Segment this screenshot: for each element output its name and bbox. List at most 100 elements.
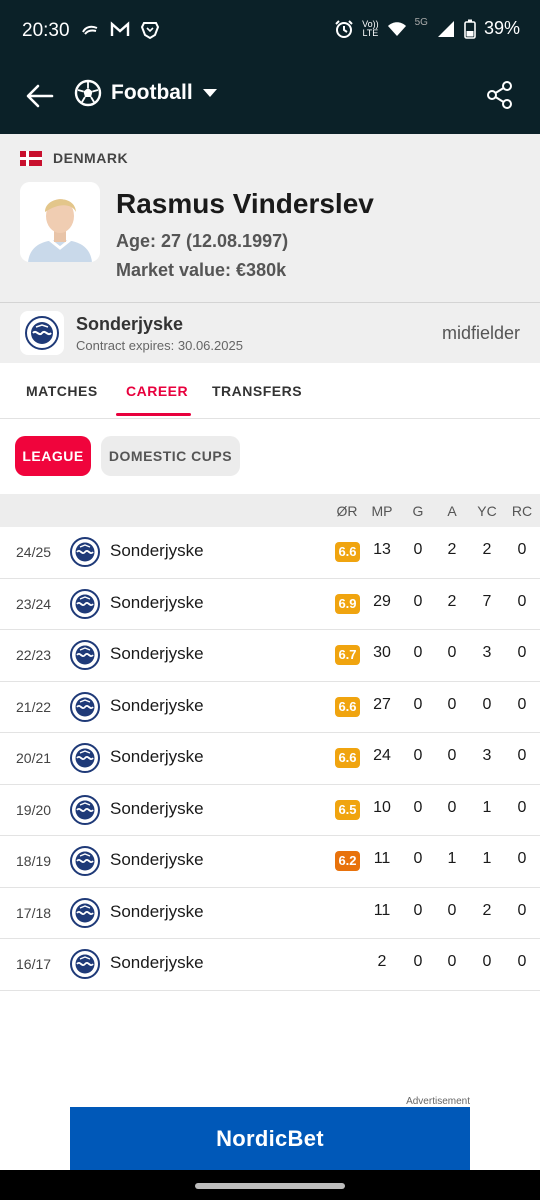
team-cell[interactable]: Sonderjyske bbox=[110, 541, 204, 561]
table-row[interactable]: 16/17 Sonderjyske 2 0 0 0 0 bbox=[0, 939, 540, 991]
table-row[interactable]: 20/21 Sonderjyske 6.6 24 0 0 3 0 bbox=[0, 733, 540, 785]
goals-cell: 0 bbox=[413, 798, 423, 816]
network-5g-label: 5G bbox=[414, 17, 428, 28]
team-cell[interactable]: Sonderjyske bbox=[110, 953, 204, 973]
career-table-header: ØR MP G A YC RC bbox=[0, 494, 540, 527]
table-row[interactable]: 24/25 Sonderjyske 6.6 13 0 2 2 0 bbox=[0, 527, 540, 579]
goals-cell: 0 bbox=[413, 850, 423, 867]
competition-filters: LEAGUE DOMESTIC CUPS bbox=[0, 419, 540, 494]
table-row[interactable]: 23/24 Sonderjyske 6.9 29 0 2 7 0 bbox=[0, 578, 540, 630]
filter-domestic-cups-chip[interactable]: DOMESTIC CUPS bbox=[101, 436, 240, 476]
rating-badge: 6.2 bbox=[335, 851, 360, 871]
sonderjyske-crest-icon bbox=[70, 537, 100, 567]
current-team-row[interactable]: Sonderjyske Contract expires: 30.06.2025… bbox=[0, 302, 540, 363]
sonderjyske-crest-icon bbox=[70, 640, 100, 670]
red-cards-cell: 0 bbox=[517, 850, 527, 867]
sonderjyske-crest-icon bbox=[70, 794, 100, 825]
tab-career[interactable]: CAREER bbox=[126, 383, 188, 399]
team-cell[interactable]: Sonderjyske bbox=[110, 799, 204, 819]
home-gesture-handle[interactable] bbox=[195, 1183, 345, 1189]
table-row[interactable]: 21/22 Sonderjyske 6.6 27 0 0 0 0 bbox=[0, 681, 540, 733]
header-matches-played: MP bbox=[371, 503, 393, 519]
team-cell[interactable]: Sonderjyske bbox=[110, 902, 204, 922]
country-label: DENMARK bbox=[53, 150, 129, 166]
filter-league-chip[interactable]: LEAGUE bbox=[15, 436, 91, 476]
player-name: Rasmus Vinderslev bbox=[116, 188, 374, 219]
header-assists: A bbox=[447, 503, 457, 519]
yellow-cards-cell: 2 bbox=[482, 901, 492, 919]
active-tab-indicator bbox=[116, 413, 191, 416]
matches-played-cell: 24 bbox=[373, 747, 391, 764]
sonderjyske-crest-icon bbox=[70, 949, 100, 979]
profile-tabs: MATCHES CAREER TRANSFERS bbox=[0, 363, 540, 419]
team-cell[interactable]: Sonderjyske bbox=[110, 850, 204, 870]
ad-brand: NordicBet bbox=[216, 1125, 324, 1151]
rating-badge: 6.6 bbox=[335, 748, 360, 768]
rating-badge: 6.5 bbox=[335, 799, 360, 820]
yellow-cards-cell: 0 bbox=[482, 695, 492, 713]
yellow-cards-cell: 3 bbox=[482, 644, 492, 661]
yellow-cards-cell: 0 bbox=[482, 953, 492, 970]
brave-icon bbox=[140, 22, 160, 40]
player-position: midfielder bbox=[441, 323, 520, 343]
header-red-cards: RC bbox=[511, 503, 533, 519]
app-bar: Football bbox=[0, 62, 540, 134]
share-icon[interactable] bbox=[486, 80, 514, 110]
sonderjyske-crest-icon bbox=[70, 588, 100, 619]
dropdown-caret-icon[interactable] bbox=[203, 89, 217, 97]
denmark-flag-icon bbox=[20, 151, 42, 166]
arrow-left-icon[interactable] bbox=[24, 80, 56, 112]
red-cards-cell: 0 bbox=[517, 644, 527, 661]
sonderjyske-crest-icon bbox=[25, 316, 59, 350]
table-row[interactable]: 19/20 Sonderjyske 6.5 10 0 0 1 0 bbox=[0, 784, 540, 836]
table-row[interactable]: 17/18 Sonderjyske 11 0 0 2 0 bbox=[0, 887, 540, 939]
tab-transfers[interactable]: TRANSFERS bbox=[212, 383, 302, 399]
player-photo bbox=[20, 182, 100, 262]
soccer-ball-icon[interactable] bbox=[74, 79, 102, 107]
assists-cell: 0 bbox=[447, 953, 457, 970]
rating-badge: 6.9 bbox=[335, 593, 360, 614]
team-cell[interactable]: Sonderjyske bbox=[110, 747, 204, 767]
sonderjyske-crest-icon bbox=[70, 897, 100, 928]
matches-played-cell: 13 bbox=[373, 541, 391, 558]
red-cards-cell: 0 bbox=[517, 798, 527, 816]
tab-matches[interactable]: MATCHES bbox=[26, 383, 98, 399]
team-cell[interactable]: Sonderjyske bbox=[110, 696, 204, 716]
season-cell: 24/25 bbox=[16, 544, 52, 560]
player-market-value: Market value: €380k bbox=[116, 260, 287, 280]
table-row[interactable]: 22/23 Sonderjyske 6.7 30 0 0 3 0 bbox=[0, 630, 540, 682]
wifi-icon bbox=[387, 21, 406, 36]
status-time: 20:30 bbox=[22, 20, 70, 41]
signal-icon bbox=[437, 20, 454, 37]
yellow-cards-cell: 2 bbox=[482, 541, 492, 558]
system-nav-bar bbox=[0, 1170, 540, 1200]
status-bar: 20:30 Vo)) LTE 5G 39% bbox=[0, 0, 540, 62]
season-cell: 19/20 bbox=[16, 801, 52, 818]
assists-cell: 0 bbox=[447, 747, 457, 764]
ad-banner[interactable]: NordicBet bbox=[70, 1107, 470, 1170]
volte-icon: Vo)) LTE bbox=[362, 18, 379, 38]
team-cell[interactable]: Sonderjyske bbox=[110, 593, 204, 613]
ad-label: Advertisement bbox=[406, 1096, 470, 1107]
sport-title[interactable]: Football bbox=[111, 81, 193, 105]
team-logo bbox=[20, 311, 64, 355]
assists-cell: 0 bbox=[447, 798, 457, 816]
goals-cell: 0 bbox=[413, 541, 423, 558]
red-cards-cell: 0 bbox=[517, 541, 527, 558]
spark-icon bbox=[82, 25, 98, 35]
assists-cell: 2 bbox=[447, 541, 457, 558]
season-cell: 16/17 bbox=[16, 956, 52, 972]
team-name[interactable]: Sonderjyske bbox=[76, 314, 183, 335]
goals-cell: 0 bbox=[413, 695, 423, 713]
red-cards-cell: 0 bbox=[517, 592, 527, 610]
season-cell: 21/22 bbox=[16, 698, 52, 715]
player-age: Age: 27 (12.08.1997) bbox=[116, 231, 289, 251]
sonderjyske-crest-icon bbox=[70, 743, 100, 773]
alarm-icon bbox=[335, 19, 353, 38]
team-cell[interactable]: Sonderjyske bbox=[110, 644, 204, 664]
season-cell: 20/21 bbox=[16, 750, 52, 766]
table-row[interactable]: 18/19 Sonderjyske 6.2 11 0 1 1 0 bbox=[0, 836, 540, 888]
header-rating: ØR bbox=[336, 503, 358, 519]
season-cell: 18/19 bbox=[16, 853, 52, 869]
yellow-cards-cell: 1 bbox=[482, 798, 492, 816]
